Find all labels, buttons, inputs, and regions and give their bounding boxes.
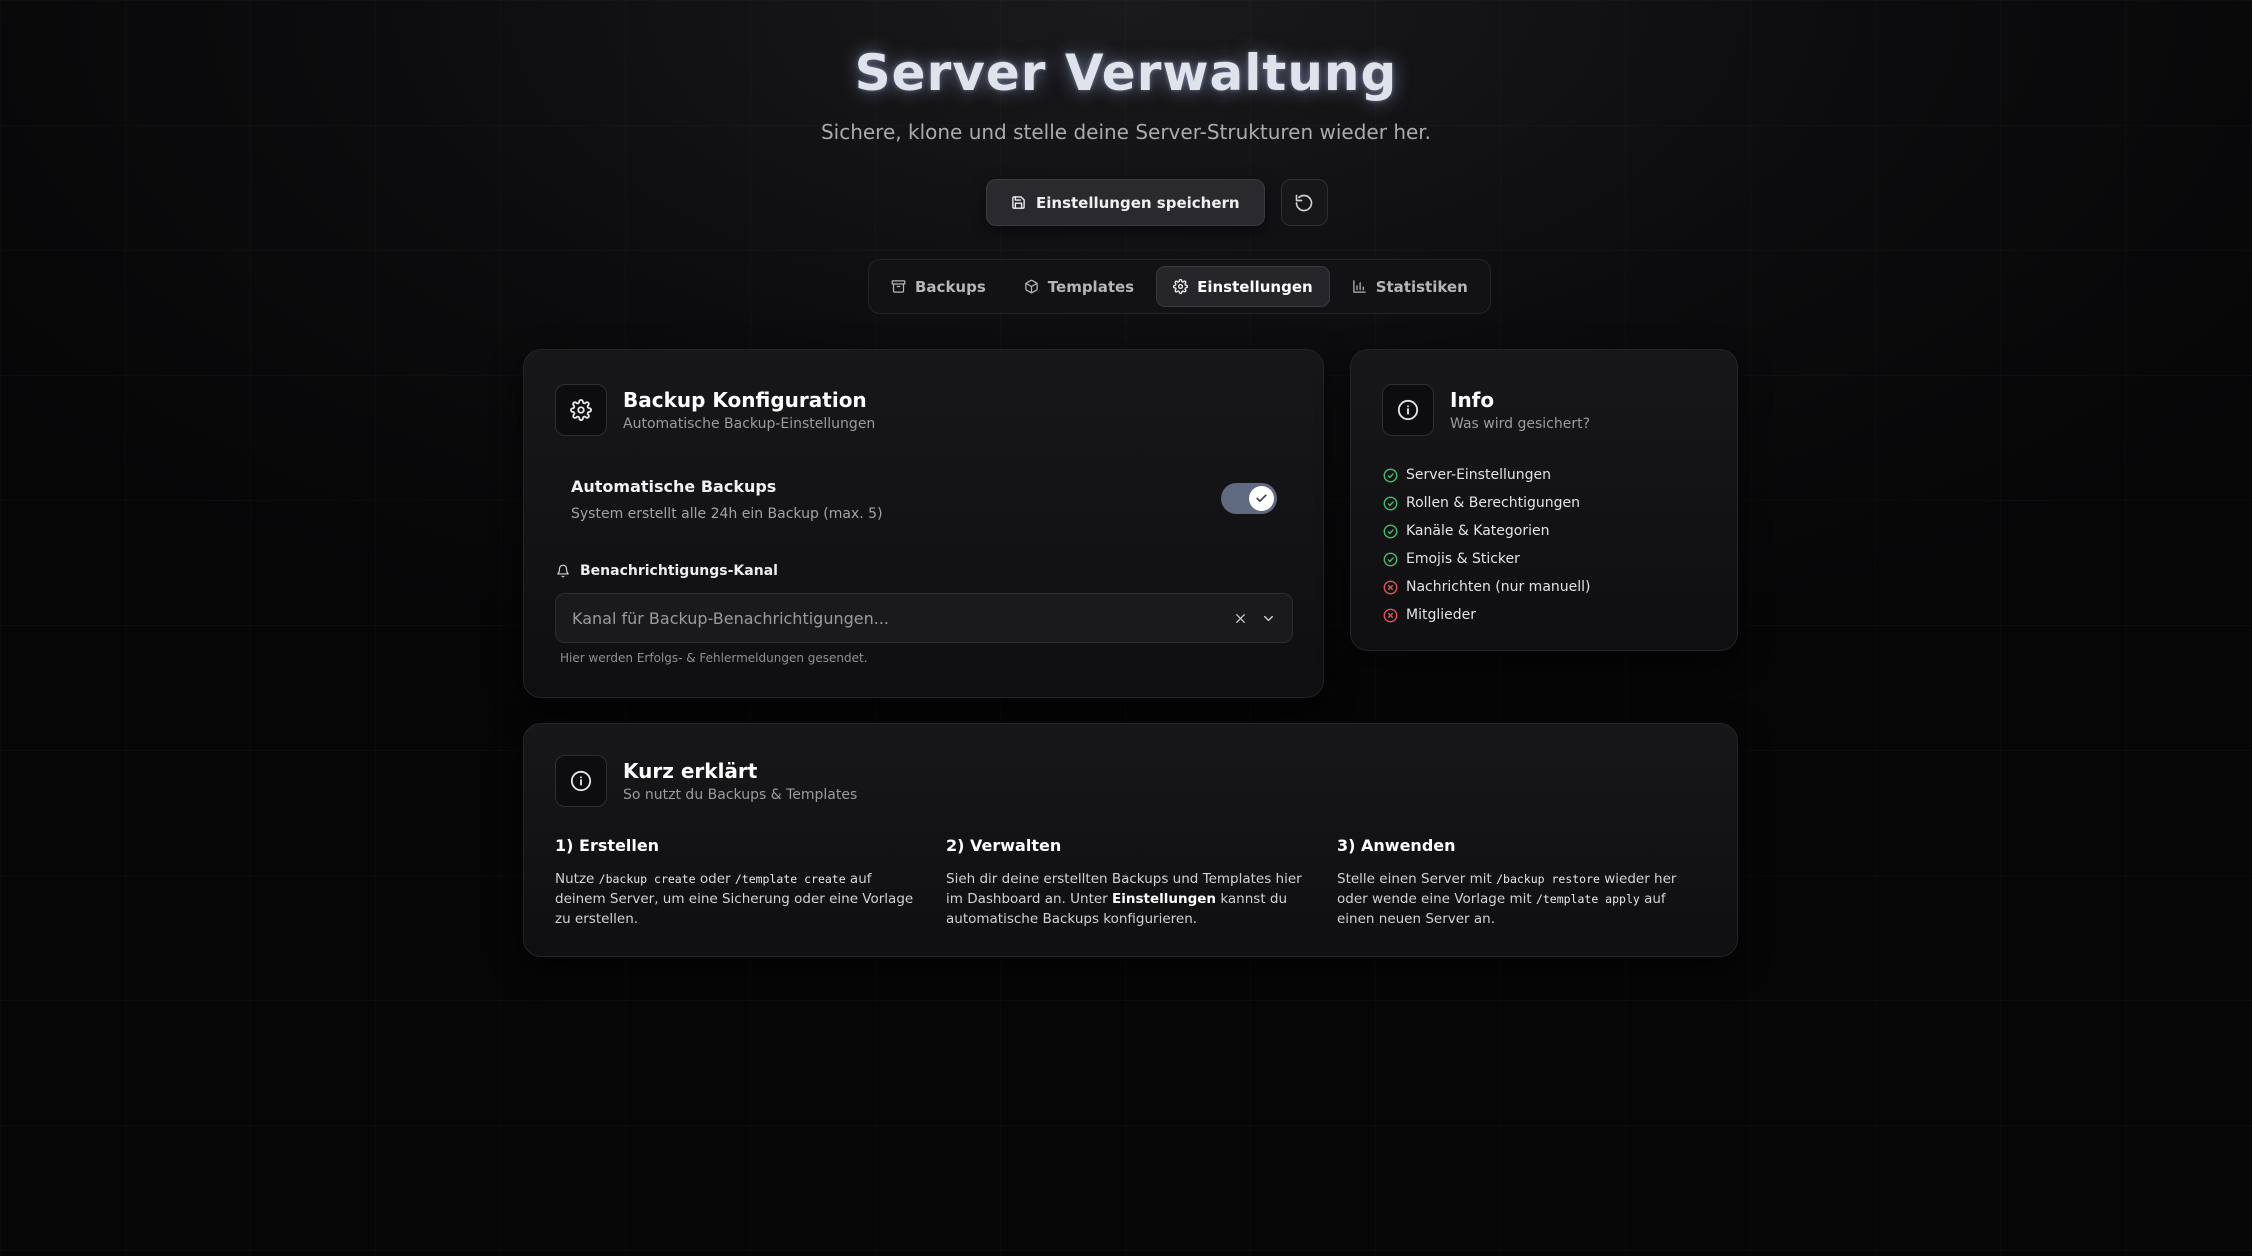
- check-circle-icon: [1383, 496, 1398, 510]
- command: /backup restore: [1496, 872, 1600, 886]
- command: /template create: [734, 872, 846, 886]
- card-header: Backup Konfiguration Automatische Backup…: [555, 384, 875, 436]
- auto-backup-setting: Automatische Backups System erstellt all…: [571, 477, 883, 522]
- page-subtitle: Sichere, klone und stelle deine Server-S…: [820, 120, 1432, 144]
- info-item-label: Nachrichten (nur manuell): [1406, 579, 1591, 595]
- x-circle-icon: [1383, 580, 1398, 594]
- command: /backup create: [598, 872, 696, 886]
- card-icon-box: [555, 384, 607, 436]
- tab-templates[interactable]: Templates: [1008, 266, 1150, 307]
- bar-chart-icon: [1352, 280, 1366, 293]
- explanation-card: Kurz erklärt So nutzt du Backups & Templ…: [523, 723, 1738, 957]
- step-title: 3) Anwenden: [1337, 836, 1456, 855]
- step-text: Sieh dir deine erstellten Backups und Te…: [946, 869, 1313, 929]
- tab-bar: Backups Templates Einstellungen Statisti…: [868, 259, 1491, 314]
- tab-label: Backups: [915, 277, 986, 296]
- check-circle-icon: [1383, 468, 1398, 482]
- tab-label: Templates: [1047, 277, 1135, 296]
- info-icon: [570, 770, 592, 792]
- auto-backup-description: System erstellt alle 24h ein Backup (max…: [571, 506, 883, 522]
- save-settings-button[interactable]: Einstellungen speichern: [986, 179, 1265, 226]
- steps: 1) Erstellen Nutze /backup create oder /…: [555, 836, 1704, 929]
- save-icon: [1012, 196, 1025, 209]
- command: /template apply: [1535, 892, 1640, 906]
- step-apply: 3) Anwenden Stelle einen Server mit /bac…: [1337, 836, 1704, 929]
- page: Server Verwaltung Sichere, klone und ste…: [0, 0, 2252, 1256]
- info-item-label: Mitglieder: [1406, 607, 1476, 623]
- info-list-item: Emojis & Sticker: [1383, 545, 1591, 573]
- tab-backups[interactable]: Backups: [875, 266, 1002, 307]
- select-controls: [1234, 611, 1276, 626]
- info-icon: [1397, 399, 1419, 421]
- info-list-item: Rollen & Berechtigungen: [1383, 489, 1591, 517]
- info-item-label: Emojis & Sticker: [1406, 551, 1520, 567]
- info-item-label: Server-Einstellungen: [1406, 467, 1551, 483]
- action-bar: Einstellungen speichern: [986, 179, 1328, 226]
- check-icon: [1256, 494, 1267, 503]
- bell-icon: [557, 564, 569, 578]
- tab-label: Statistiken: [1375, 277, 1468, 296]
- info-item-label: Rollen & Berechtigungen: [1406, 495, 1580, 511]
- check-circle-icon: [1383, 524, 1398, 538]
- card-subtitle: Automatische Backup-Einstellungen: [623, 416, 876, 432]
- emphasis: Einstellungen: [1112, 891, 1217, 907]
- info-list-item: Nachrichten (nur manuell): [1383, 573, 1591, 601]
- notify-channel-label-text: Benachrichtigungs-Kanal: [580, 563, 778, 579]
- select-placeholder: Kanal für Backup-Benachrichtigungen...: [572, 608, 889, 628]
- page-title: Server Verwaltung: [854, 44, 1398, 102]
- archive-icon: [891, 280, 906, 293]
- text: oder: [695, 871, 735, 887]
- card-header: Info Was wird gesichert?: [1382, 384, 1590, 436]
- toggle-knob: [1249, 486, 1274, 511]
- gear-icon: [1173, 279, 1189, 294]
- card-title: Info: [1450, 388, 1495, 412]
- step-text: Nutze /backup create oder /template crea…: [555, 869, 922, 929]
- info-item-label: Kanäle & Kategorien: [1406, 523, 1550, 539]
- text: Stelle einen Server mit: [1337, 871, 1497, 887]
- backup-contents-list: Server-Einstellungen Rollen & Berechtigun…: [1383, 461, 1591, 629]
- notify-channel-hint: Hier werden Erfolgs- & Fehlermeldungen g…: [560, 651, 868, 665]
- chevron-down-icon[interactable]: [1261, 611, 1276, 626]
- package-icon: [1025, 279, 1038, 294]
- auto-backup-title: Automatische Backups: [571, 477, 777, 496]
- tab-label: Einstellungen: [1197, 277, 1313, 296]
- step-text: Stelle einen Server mit /backup restore …: [1337, 869, 1704, 929]
- card-icon-box: [1382, 384, 1434, 436]
- step-title: 2) Verwalten: [946, 836, 1062, 855]
- step-manage: 2) Verwalten Sieh dir deine erstellten B…: [946, 836, 1313, 929]
- step-create: 1) Erstellen Nutze /backup create oder /…: [555, 836, 922, 929]
- card-title: Backup Konfiguration: [623, 388, 867, 412]
- auto-backup-toggle[interactable]: [1221, 483, 1277, 514]
- notify-channel-label: Benachrichtigungs-Kanal: [556, 563, 778, 579]
- info-card: Info Was wird gesichert? Server-Einstell…: [1350, 349, 1738, 651]
- card-icon-box: [555, 755, 607, 807]
- backup-config-card: Backup Konfiguration Automatische Backup…: [523, 349, 1324, 698]
- tab-settings[interactable]: Einstellungen: [1156, 266, 1330, 307]
- card-header: Kurz erklärt So nutzt du Backups & Templ…: [555, 755, 857, 807]
- save-settings-label: Einstellungen speichern: [1036, 193, 1240, 212]
- reset-button[interactable]: [1280, 179, 1328, 226]
- tab-statistics[interactable]: Statistiken: [1336, 266, 1484, 307]
- info-list-item: Server-Einstellungen: [1383, 461, 1591, 489]
- refresh-icon: [1295, 194, 1313, 211]
- info-list-item: Kanäle & Kategorien: [1383, 517, 1591, 545]
- card-title: Kurz erklärt: [623, 759, 758, 783]
- clear-icon[interactable]: [1234, 612, 1247, 625]
- gear-icon: [570, 399, 592, 421]
- card-subtitle: So nutzt du Backups & Templates: [623, 787, 858, 803]
- check-circle-icon: [1383, 552, 1398, 566]
- x-circle-icon: [1383, 608, 1398, 622]
- step-title: 1) Erstellen: [555, 836, 660, 855]
- text: Nutze: [555, 871, 599, 887]
- notify-channel-select[interactable]: Kanal für Backup-Benachrichtigungen...: [555, 593, 1293, 643]
- card-subtitle: Was wird gesichert?: [1450, 416, 1590, 432]
- info-list-item: Mitglieder: [1383, 601, 1591, 629]
